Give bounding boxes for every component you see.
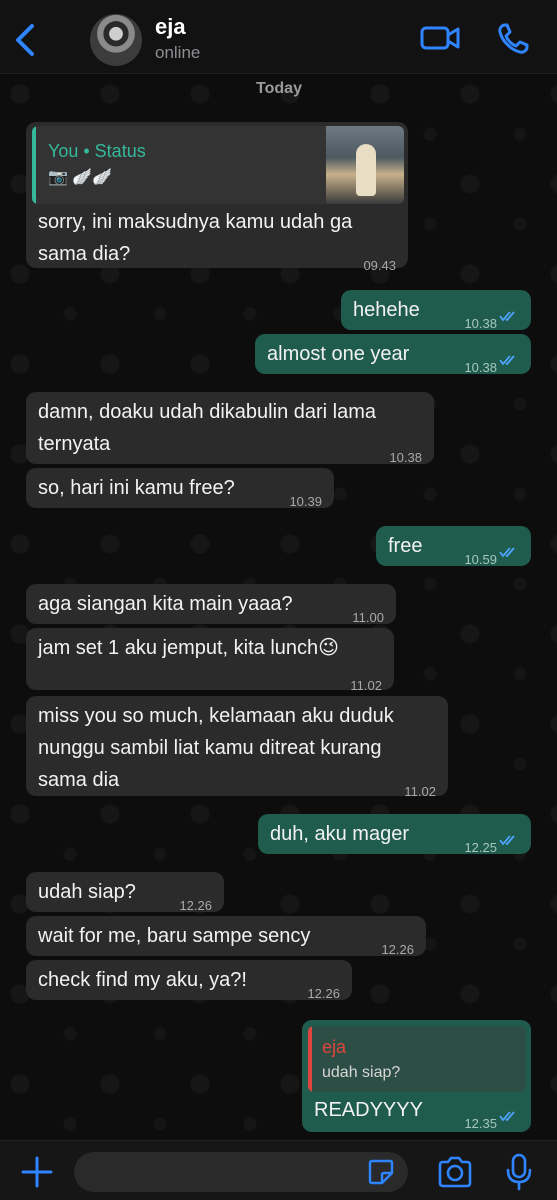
message-time: 10.38 bbox=[389, 450, 422, 465]
quote-title: You • Status bbox=[48, 141, 146, 161]
message-bubble[interactable]: almost one year 10.38 bbox=[255, 334, 531, 375]
video-camera-icon[interactable] bbox=[420, 22, 460, 54]
message-bubble[interactable]: aga siangan kita main yaaa? 11.00 bbox=[26, 584, 396, 625]
message-bubble[interactable]: wait for me, baru sampe sency 12.26 bbox=[26, 916, 426, 957]
message-bubble[interactable]: hehehe 10.38 bbox=[341, 290, 531, 331]
day-separator: Today bbox=[256, 80, 302, 97]
back-chevron-icon[interactable] bbox=[8, 18, 42, 62]
status-quote[interactable]: You • Status 📷 🪽🪽 bbox=[32, 126, 404, 204]
microphone-icon[interactable] bbox=[506, 1153, 532, 1191]
camera-icon[interactable] bbox=[437, 1155, 473, 1189]
message-text: check find my aku, ya?! bbox=[38, 969, 247, 991]
message-text: sama dia? bbox=[38, 243, 131, 265]
message-bubble[interactable]: check find my aku, ya?! 12.26 bbox=[26, 960, 352, 1001]
message-bubble[interactable]: udah siap? 12.26 bbox=[26, 872, 224, 913]
phone-icon[interactable] bbox=[496, 22, 530, 56]
message-bubble[interactable]: free 10.59 bbox=[376, 526, 531, 567]
message-list[interactable]: Today You • Status 📷 🪽🪽 sorry, ini maksu… bbox=[0, 74, 557, 1140]
composer-bar bbox=[0, 1140, 557, 1200]
contact-name[interactable]: eja bbox=[155, 14, 186, 40]
message-bubble[interactable]: jam set 1 aku jemput, kita lunch😉 11.02 bbox=[26, 628, 394, 693]
message-text: damn, doaku udah dikabulin dari lama bbox=[38, 401, 376, 423]
message-time: 10.39 bbox=[289, 494, 322, 509]
message-time: 11.02 bbox=[404, 784, 436, 799]
message-bubble[interactable]: duh, aku mager 12.25 bbox=[258, 814, 531, 855]
message-text: nunggu sambil liat kamu ditreat kurang bbox=[38, 737, 382, 759]
message-bubble[interactable]: damn, doaku udah dikabulin dari lama ter… bbox=[26, 392, 434, 465]
reply-message-bubble[interactable]: eja udah siap? READYYYY 12.35 bbox=[302, 1020, 531, 1132]
message-text: miss you so much, kelamaan aku duduk bbox=[38, 705, 394, 727]
message-time: 12.26 bbox=[307, 986, 340, 1001]
quote-media-icons: 📷 🪽🪽 bbox=[48, 169, 113, 186]
message-text: duh, aku mager bbox=[270, 823, 409, 845]
message-text: READYYYY bbox=[314, 1099, 423, 1121]
message-time: 12.26 bbox=[381, 942, 414, 957]
read-ticks-icon bbox=[499, 355, 515, 366]
message-bubble[interactable]: so, hari ini kamu free? 10.39 bbox=[26, 468, 334, 509]
chat-header: eja online bbox=[0, 0, 557, 74]
plus-icon[interactable] bbox=[20, 1155, 54, 1189]
message-text: aga siangan kita main yaaa? bbox=[38, 593, 293, 615]
message-text: hehehe bbox=[353, 299, 420, 321]
message-text: almost one year bbox=[267, 343, 410, 365]
contact-status: online bbox=[155, 43, 201, 62]
message-text: udah siap? bbox=[38, 881, 136, 903]
message-text: sama dia bbox=[38, 769, 120, 791]
quote-text: udah siap? bbox=[322, 1064, 401, 1081]
quote-bar bbox=[32, 126, 36, 204]
message-text: free bbox=[388, 535, 423, 557]
status-reply-bubble[interactable]: You • Status 📷 🪽🪽 sorry, ini maksudnya k… bbox=[26, 122, 408, 273]
message-time: 09.43 bbox=[363, 258, 396, 273]
message-input[interactable] bbox=[74, 1152, 408, 1192]
message-time: 12.35 bbox=[464, 1116, 497, 1131]
message-text: jam set 1 aku jemput, kita lunch😉 bbox=[38, 637, 339, 659]
message-text: wait for me, baru sampe sency bbox=[38, 925, 311, 947]
read-ticks-icon bbox=[499, 547, 515, 558]
message-text: so, hari ini kamu free? bbox=[38, 477, 235, 499]
reply-quote[interactable]: eja udah siap? bbox=[308, 1026, 526, 1092]
read-ticks-icon bbox=[499, 835, 515, 846]
message-text: ternyata bbox=[38, 433, 111, 455]
chat-screen: eja online Today You • Status 📷 🪽🪽 sorry… bbox=[0, 0, 557, 1200]
message-time: 10.38 bbox=[464, 360, 497, 375]
message-text: sorry, ini maksudnya kamu udah ga bbox=[38, 211, 353, 233]
avatar[interactable] bbox=[90, 14, 142, 66]
message-time: 12.25 bbox=[464, 840, 497, 855]
status-thumbnail bbox=[326, 126, 404, 204]
quote-bar bbox=[308, 1026, 312, 1092]
message-bubble[interactable]: miss you so much, kelamaan aku duduk nun… bbox=[26, 696, 448, 799]
quote-sender: eja bbox=[322, 1037, 347, 1057]
read-ticks-icon bbox=[499, 311, 515, 322]
message-time: 10.59 bbox=[464, 552, 497, 567]
sticker-icon[interactable] bbox=[368, 1159, 394, 1185]
read-ticks-icon bbox=[499, 1111, 515, 1122]
